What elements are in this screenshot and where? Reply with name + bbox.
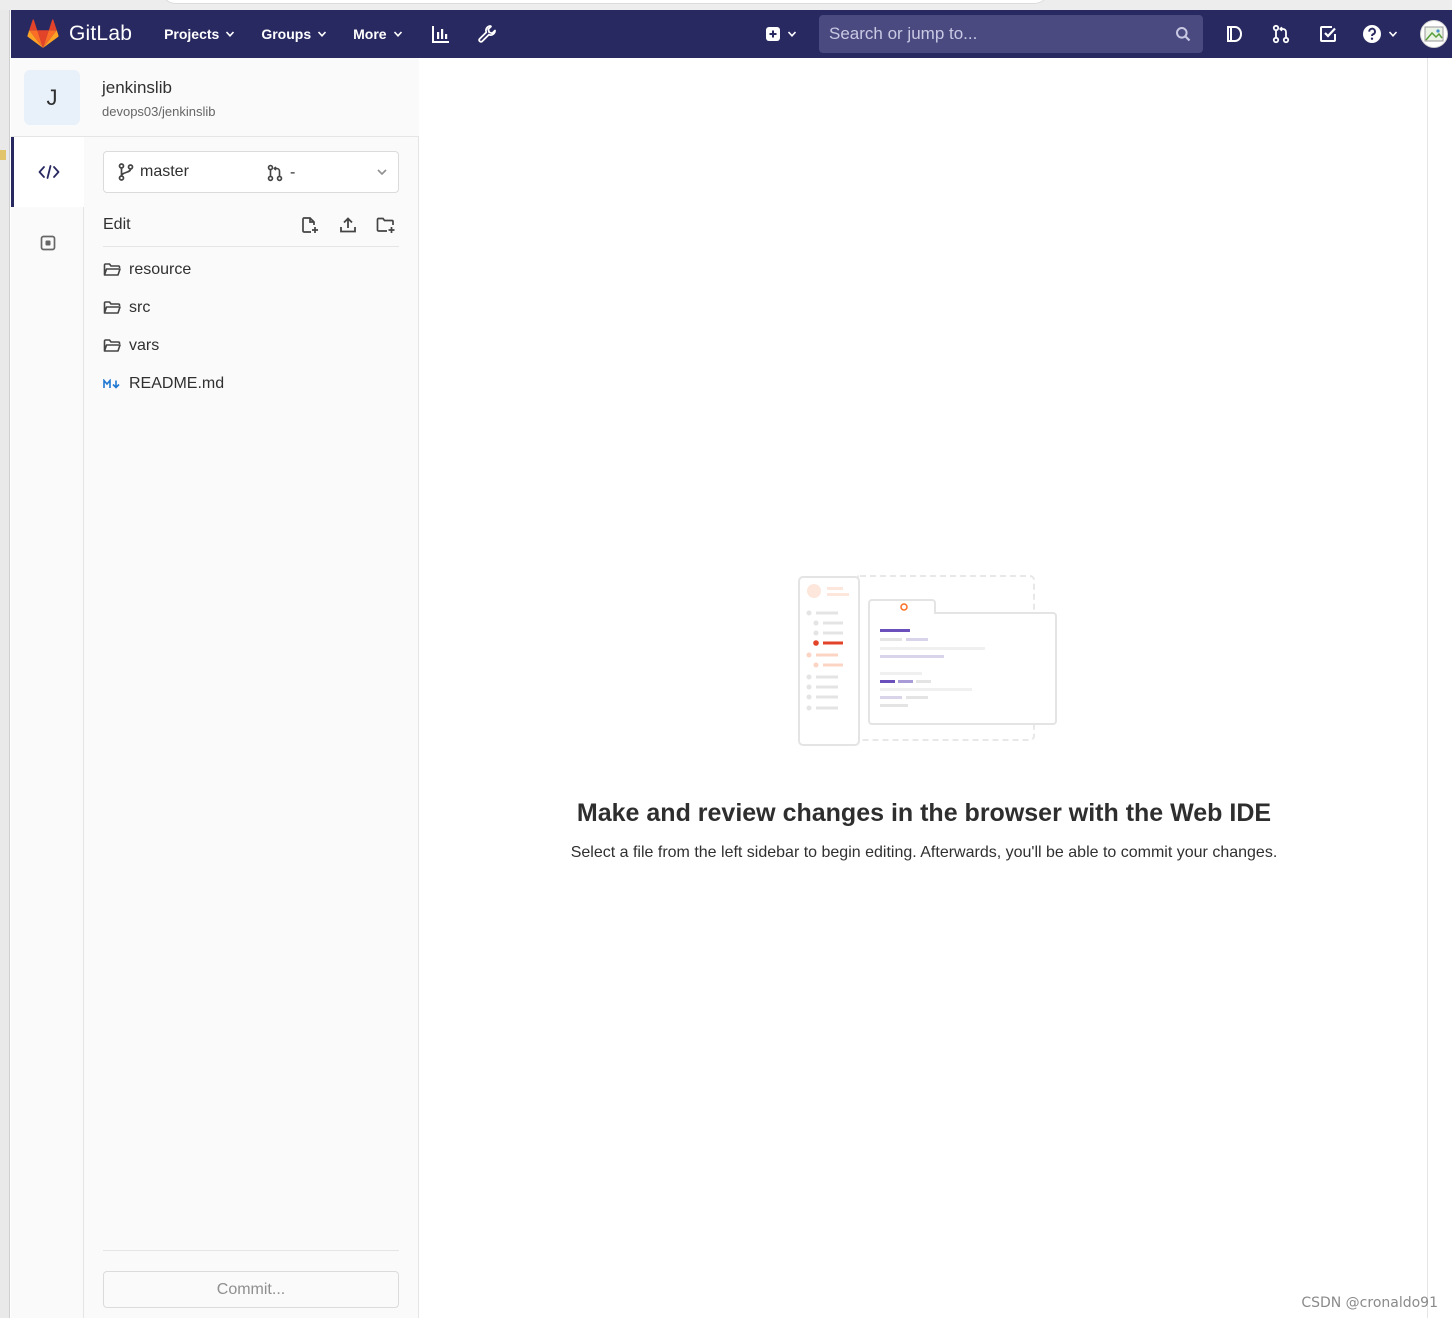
chevron-down-icon — [226, 31, 235, 37]
plus-square-icon — [766, 27, 780, 41]
activity-chart-button[interactable] — [429, 22, 453, 46]
user-avatar[interactable] — [1420, 20, 1448, 48]
issues-button[interactable] — [1221, 21, 1247, 47]
browser-tab-edge — [160, 0, 1050, 4]
code-icon — [38, 165, 60, 179]
broken-image-icon — [1424, 26, 1444, 42]
empty-state-description: Select a file from the left sidebar to b… — [570, 844, 1278, 861]
tree-item-folder[interactable]: vars — [103, 327, 399, 365]
empty-state-title: Make and review changes in the browser w… — [576, 799, 1272, 827]
merge-request-icon — [1272, 24, 1290, 44]
new-folder-icon — [376, 217, 395, 233]
navbar-right — [765, 10, 1452, 58]
new-file-button[interactable] — [297, 213, 323, 237]
tree-item-label: vars — [129, 337, 160, 354]
merge-request-icon — [267, 164, 283, 182]
question-circle-icon — [1363, 25, 1381, 43]
review-mode-button[interactable] — [11, 208, 84, 278]
gitlab-wordmark: GitLab — [69, 22, 133, 45]
markdown-icon — [103, 379, 122, 389]
main-menu: Projects Groups More — [164, 22, 520, 46]
web-ide-illustration — [798, 575, 1057, 746]
new-file-icon — [302, 217, 318, 233]
search-input[interactable] — [829, 24, 1149, 44]
merge-requests-button[interactable] — [1268, 21, 1294, 47]
commit-button[interactable]: Commit... — [103, 1271, 399, 1308]
file-modified-icon — [40, 235, 55, 251]
edit-actions — [285, 213, 399, 237]
gitlab-logo-link[interactable]: GitLab — [27, 19, 132, 49]
project-avatar[interactable]: J — [24, 70, 80, 125]
groups-dropdown[interactable]: Groups — [261, 26, 327, 42]
project-path: devops03/jenkinslib — [102, 104, 216, 119]
tree-item-file[interactable]: README.md — [103, 365, 399, 403]
new-item-dropdown[interactable] — [765, 26, 797, 42]
wrench-icon — [477, 25, 496, 43]
file-sidebar: master - Edit resource src vars README.m… — [84, 137, 419, 1318]
chevron-down-icon — [1388, 31, 1398, 37]
folder-icon — [103, 263, 122, 277]
top-navbar: GitLab Projects Groups More — [11, 10, 1452, 58]
project-header: J jenkinslib devops03/jenkinslib — [11, 58, 419, 137]
folder-icon — [103, 301, 122, 315]
chevron-down-icon — [393, 31, 402, 37]
tree-item-label: resource — [129, 261, 192, 278]
issues-icon — [1227, 26, 1242, 42]
edit-toolbar: Edit — [103, 203, 399, 247]
tree-item-label: src — [129, 299, 151, 316]
bar-chart-icon — [431, 26, 449, 43]
todo-check-icon — [1320, 26, 1336, 42]
tree-item-label: README.md — [129, 375, 225, 392]
branch-name: master — [140, 163, 189, 180]
more-dropdown[interactable]: More — [353, 26, 402, 42]
chevron-down-icon — [377, 169, 387, 176]
watermark-text: CSDN @cronaldo91 — [1301, 1295, 1438, 1311]
tree-item-folder[interactable]: src — [103, 289, 399, 327]
commit-divider — [103, 1250, 399, 1251]
todos-button[interactable] — [1315, 21, 1341, 47]
edit-mode-button[interactable] — [11, 137, 84, 207]
upload-icon — [340, 217, 356, 233]
chevron-down-icon — [787, 31, 797, 37]
projects-dropdown[interactable]: Projects — [164, 26, 235, 42]
edge-mark — [0, 150, 6, 160]
new-directory-button[interactable] — [373, 213, 399, 237]
search-icon — [1176, 27, 1191, 42]
admin-area-button[interactable] — [475, 22, 499, 46]
more-label: More — [353, 26, 387, 42]
search-box[interactable] — [819, 15, 1203, 53]
folder-icon — [103, 339, 122, 353]
branch-icon — [118, 163, 134, 181]
gitlab-tanuki-icon — [27, 19, 59, 48]
chevron-down-icon — [318, 31, 327, 37]
window-left-edge — [0, 10, 10, 1318]
ide-activity-bar — [11, 58, 84, 1318]
editor-empty-state: Make and review changes in the browser w… — [420, 58, 1428, 1318]
branch-selector[interactable]: master - — [103, 151, 399, 193]
tree-item-folder[interactable]: resource — [103, 251, 399, 289]
groups-label: Groups — [261, 26, 312, 42]
merge-request-value: - — [290, 164, 296, 181]
browser-frame-top — [0, 0, 1452, 10]
project-name[interactable]: jenkinslib — [102, 78, 172, 98]
projects-label: Projects — [164, 26, 220, 42]
upload-file-button[interactable] — [335, 213, 361, 237]
file-tree: resource src vars README.md — [103, 251, 399, 403]
merge-request-selector[interactable]: - — [266, 164, 295, 182]
help-dropdown[interactable] — [1362, 24, 1398, 44]
edit-label: Edit — [103, 215, 131, 233]
